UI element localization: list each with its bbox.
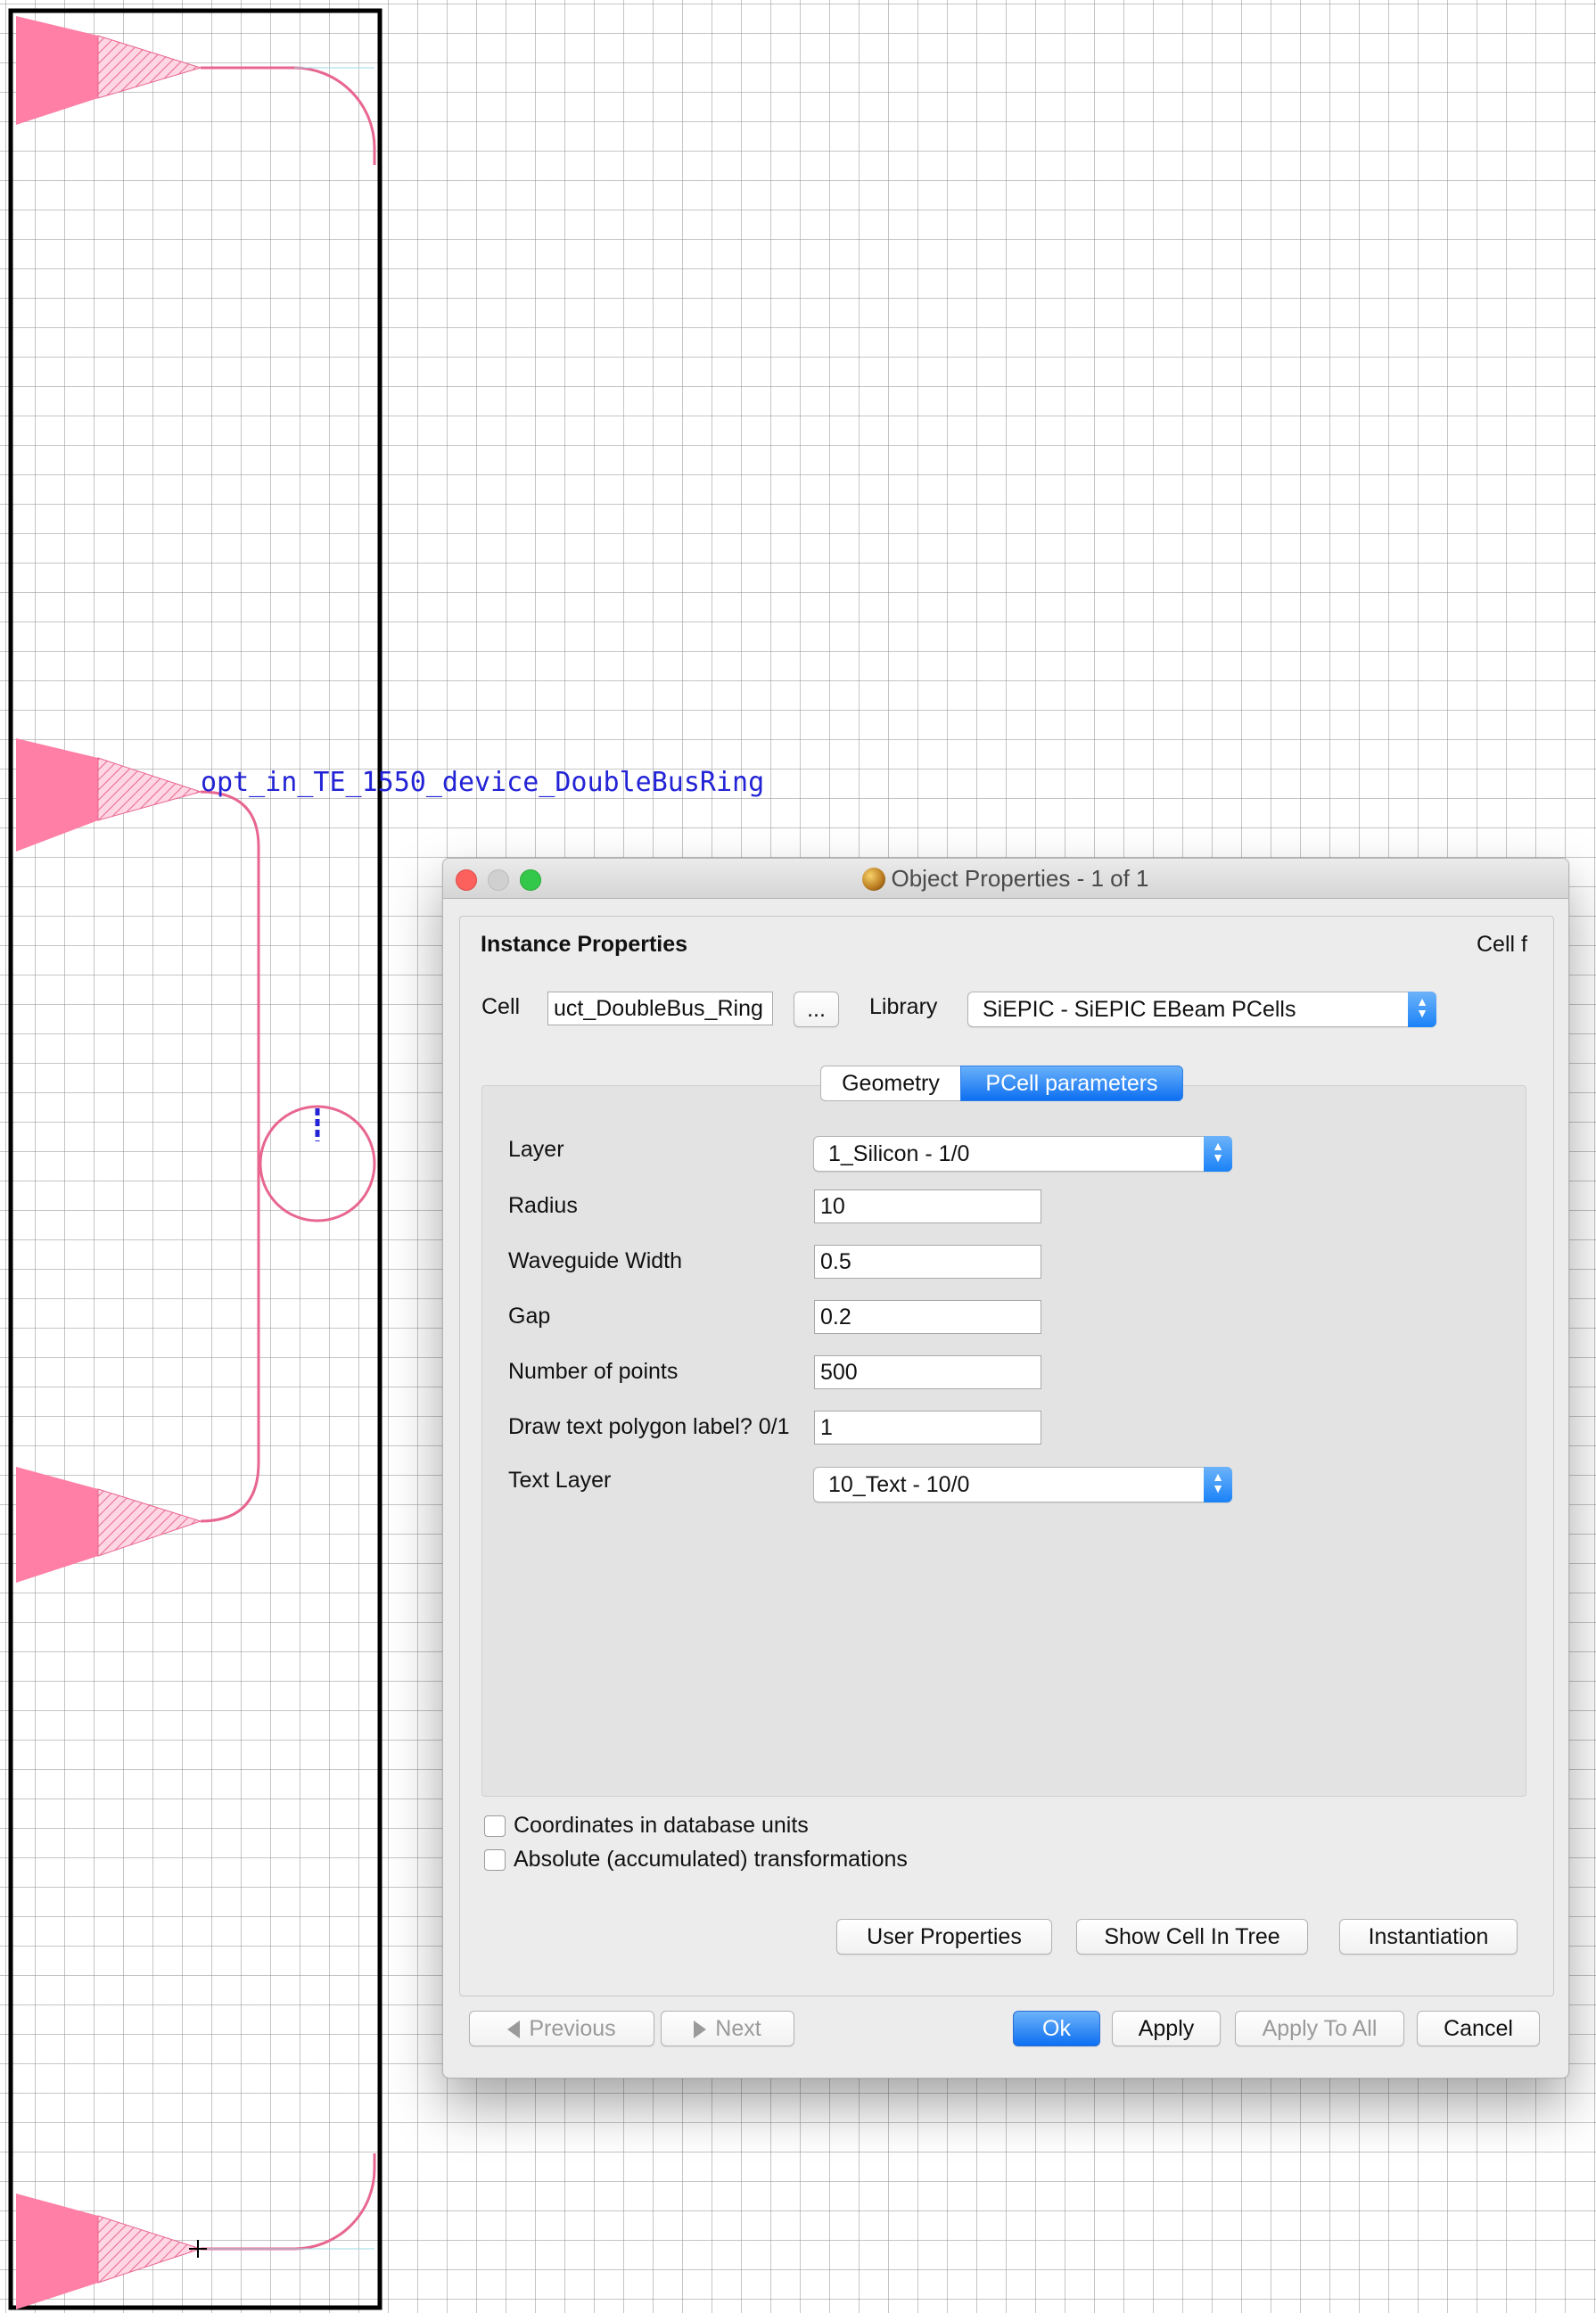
cell-bounding-box bbox=[8, 8, 383, 2310]
absolute-transformations-checkbox[interactable] bbox=[484, 1849, 506, 1871]
user-properties-button[interactable]: User Properties bbox=[836, 1919, 1052, 1955]
layer-select[interactable]: 1_Silicon - 1/0 ▲ ▼ bbox=[813, 1136, 1232, 1172]
gap-field[interactable]: 0.2 bbox=[814, 1300, 1041, 1334]
left-arrow-icon bbox=[507, 2021, 521, 2039]
text-layer-select[interactable]: 10_Text - 10/0 ▲ ▼ bbox=[813, 1467, 1232, 1502]
show-cell-in-tree-button[interactable]: Show Cell In Tree bbox=[1076, 1919, 1308, 1955]
absolute-transformations-label: Absolute (accumulated) transformations bbox=[514, 1847, 908, 1872]
waveguide-width-field[interactable]: 0.5 bbox=[814, 1245, 1041, 1279]
waveguide-width-label: Waveguide Width bbox=[508, 1248, 682, 1273]
cell-label: Cell bbox=[481, 994, 521, 1019]
layer-value: 1_Silicon - 1/0 bbox=[828, 1141, 970, 1166]
library-label: Library bbox=[869, 994, 938, 1019]
section-title: Instance Properties bbox=[481, 932, 688, 957]
number-of-points-field[interactable]: 500 bbox=[814, 1355, 1041, 1389]
layer-label: Layer bbox=[508, 1137, 564, 1162]
ok-button[interactable]: Ok bbox=[1013, 2011, 1100, 2046]
apply-to-all-button[interactable]: Apply To All bbox=[1235, 2011, 1404, 2046]
window-title-wrap: Object Properties - 1 of 1 bbox=[443, 859, 1568, 898]
grating-coupler-1 bbox=[16, 16, 202, 125]
database-units-label: Coordinates in database units bbox=[514, 1813, 809, 1838]
text-label-flag-field[interactable]: 1 bbox=[814, 1411, 1041, 1445]
cell-name-field[interactable]: uct_DoubleBus_Ring bbox=[547, 992, 773, 1025]
gap-label: Gap bbox=[508, 1304, 551, 1329]
next-label: Next bbox=[715, 2016, 761, 2041]
radius-field[interactable]: 10 bbox=[814, 1189, 1041, 1223]
title-bar[interactable]: Object Properties - 1 of 1 bbox=[443, 859, 1568, 899]
previous-button[interactable]: Previous bbox=[469, 2011, 654, 2046]
updown-arrows-icon: ▲ ▼ bbox=[1204, 1467, 1232, 1502]
cell-frame-label: Cell f bbox=[1477, 932, 1527, 957]
database-units-checkbox[interactable] bbox=[484, 1815, 506, 1837]
apply-button[interactable]: Apply bbox=[1112, 2011, 1221, 2046]
library-value: SiEPIC - SiEPIC EBeam PCells bbox=[983, 997, 1296, 1022]
cancel-button[interactable]: Cancel bbox=[1417, 2011, 1540, 2046]
library-select[interactable]: SiEPIC - SiEPIC EBeam PCells ▲ ▼ bbox=[967, 992, 1436, 1027]
instantiation-button[interactable]: Instantiation bbox=[1339, 1919, 1518, 1955]
waveguide-bus bbox=[200, 790, 260, 1523]
number-of-points-label: Number of points bbox=[508, 1359, 679, 1384]
right-arrow-icon bbox=[694, 2021, 707, 2039]
radius-label: Radius bbox=[508, 1193, 578, 1218]
browse-cell-button[interactable]: ... bbox=[794, 992, 839, 1027]
waveguide-bottom-bend bbox=[201, 2153, 376, 2251]
grating-coupler-4 bbox=[16, 2194, 202, 2309]
window-title: Object Properties - 1 of 1 bbox=[891, 865, 1149, 892]
previous-label: Previous bbox=[529, 2016, 616, 2041]
tab-geometry[interactable]: Geometry bbox=[820, 1066, 961, 1101]
grating-coupler-2 bbox=[16, 738, 202, 852]
origin-marker bbox=[189, 2240, 207, 2258]
text-label-flag-label: Draw text polygon label? 0/1 bbox=[508, 1414, 790, 1439]
text-layer-label: Text Layer bbox=[508, 1468, 612, 1493]
waveguide-top-bend bbox=[201, 66, 376, 165]
tab-pcell-parameters[interactable]: PCell parameters bbox=[960, 1066, 1183, 1101]
text-layer-value: 10_Text - 10/0 bbox=[828, 1472, 970, 1497]
next-button[interactable]: Next bbox=[661, 2011, 794, 2046]
klayout-app-icon bbox=[862, 868, 886, 891]
updown-arrows-icon: ▲ ▼ bbox=[1408, 992, 1436, 1027]
grating-coupler-3 bbox=[16, 1467, 202, 1583]
device-label: opt_in_TE_1550_device_DoubleBusRing bbox=[201, 767, 765, 798]
updown-arrows-icon: ▲ ▼ bbox=[1204, 1136, 1232, 1172]
